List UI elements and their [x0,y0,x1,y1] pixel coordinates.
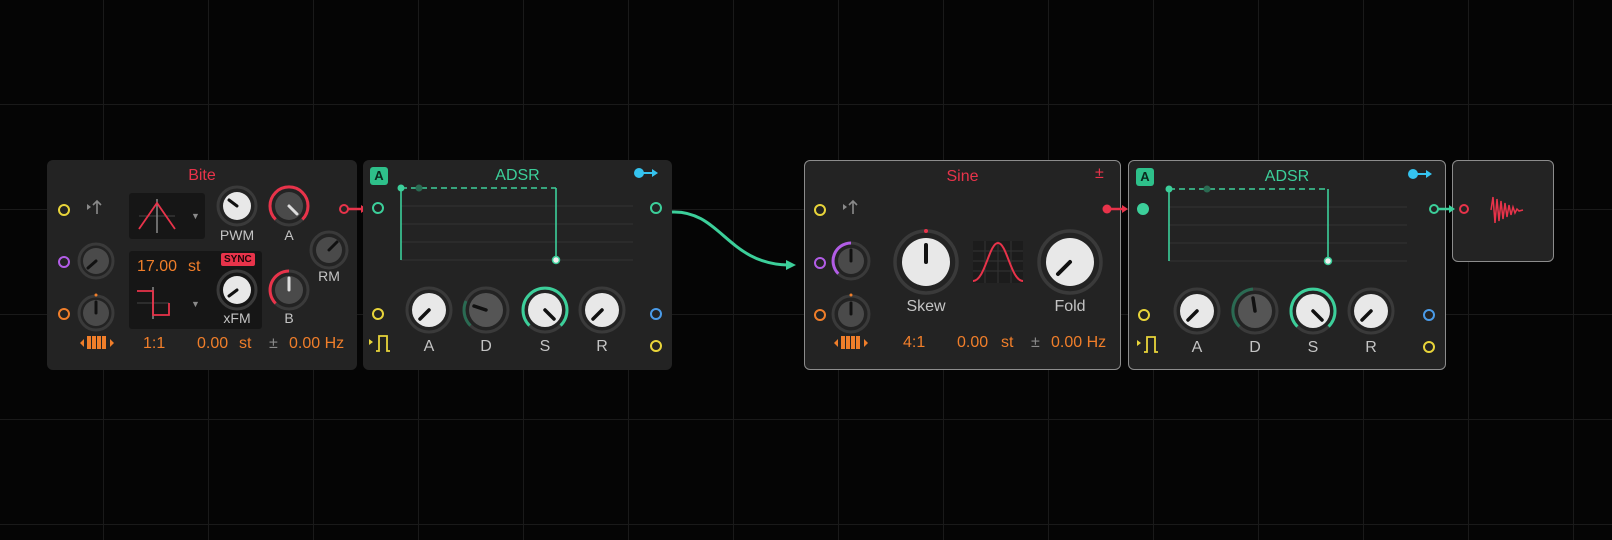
adsr2-attack-label: A [1191,339,1203,356]
adsr2-decay-label: D [1249,339,1261,356]
adsr1-envelope-graph[interactable] [397,184,633,265]
sine-fold-label: Fold [1054,298,1086,315]
sine-freq-value[interactable]: 0.00 Hz [1051,334,1106,352]
bite-pwm-knob[interactable] [215,184,259,228]
adsr1-blue-mod-port[interactable] [650,308,662,320]
sine-shape-display [972,241,1024,283]
sine-fold-knob[interactable] [1035,227,1105,297]
bite-mod-knob-1[interactable] [75,240,117,282]
adsr1-release-knob[interactable] [576,284,628,336]
bite-pwm-label: PWM [219,227,255,243]
adsr2-output-arrow-icon[interactable] [1407,166,1433,182]
adsr2-blue-mod-port[interactable] [1423,309,1435,321]
bite-offset-unit: st [239,335,252,352]
bite-pitch-value[interactable]: 17.00 [137,258,177,276]
bite-xfm-knob[interactable] [215,268,259,312]
adsr1-decay-knob[interactable] [460,284,512,336]
bite-freq-value[interactable]: 0.00 Hz [289,335,344,353]
adsr2-decay-knob[interactable] [1229,285,1281,337]
adsr1-attack-label: A [423,338,435,355]
bite-sync-badge[interactable]: SYNC [221,253,255,266]
sine-purple-mod-port[interactable] [814,257,826,269]
sine-pitch-mod-knob[interactable] [829,239,873,283]
adsr2-sustain-knob[interactable] [1287,285,1339,337]
adsr2-release-knob[interactable] [1345,285,1397,337]
adsr2-envelope-graph[interactable] [1165,185,1407,266]
adsr1-title: ADSR [495,167,540,184]
sine-freq-plusminus-icon[interactable]: ± [1031,334,1040,352]
sine-offset-unit: st [1001,334,1014,351]
bite-oscillator-module[interactable]: Bite ▼ 17.00 st SYNC ▼ PWM A RM xFM B 1:… [47,160,357,370]
sine-orange-mod-port[interactable] [814,309,826,321]
bite-level-b-knob[interactable] [267,268,311,312]
sine-yellow-mod-port[interactable] [814,204,826,216]
adsr1-release-label: R [596,338,608,355]
chevron-down-icon: ▼ [191,299,200,309]
sine-offset-value[interactable]: 0.00 [957,334,988,352]
bite-level-b-label: B [284,310,294,326]
bite-pitch-unit: st [188,258,201,275]
bite-yellow-mod-port[interactable] [58,204,70,216]
adsr2-yellow-out-port[interactable] [1423,341,1435,353]
adsr1-yellow-out-port[interactable] [650,340,662,352]
envelope-to-sine-cable[interactable] [660,200,820,280]
bite-title: Bite [188,167,216,184]
sine-fine-mod-knob[interactable] [829,292,873,336]
bite-triangle-wave-icon [138,199,176,233]
bite-level-a-knob[interactable] [267,184,311,228]
adsr-envelope-module-1[interactable]: A ADSR A D S R [363,160,672,370]
sine-plusminus-icon[interactable]: ± [1095,165,1104,183]
device-chain-canvas: Bite ▼ 17.00 st SYNC ▼ PWM A RM xFM B 1:… [0,0,1612,540]
bite-ratio-value[interactable]: 1:1 [143,335,165,353]
waveform-decay-icon [1490,196,1524,224]
sine-skew-label: Skew [906,298,946,315]
bite-xfm-label: xFM [223,310,251,326]
adsr2-sustain-label: S [1307,339,1319,356]
bite-orange-mod-port[interactable] [58,308,70,320]
adsr2-yellow-mod-port[interactable] [1138,309,1150,321]
adsr2-gate-trigger-icon[interactable] [1135,333,1161,355]
adsr1-sustain-label: S [539,338,551,355]
adsr2-input-port[interactable] [1137,203,1149,215]
bite-square-wave-icon [137,287,170,319]
sine-title: Sine [946,168,979,185]
bite-offset-value[interactable]: 0.00 [197,335,228,353]
bite-pitch-tracking-icon[interactable] [85,198,103,216]
bite-plusminus-icon[interactable]: ± [269,335,278,353]
adsr2-attack-knob[interactable] [1171,285,1223,337]
adsr1-attack-knob[interactable] [403,284,455,336]
adsr-envelope-module-2[interactable]: A ADSR A D S R [1128,160,1446,370]
bite-mod-knob-2[interactable] [75,292,117,334]
bite-waveform-a-selector[interactable]: ▼ [129,193,205,239]
chevron-down-icon: ▼ [191,211,200,221]
bite-rm-knob[interactable] [308,229,350,271]
adsr1-gate-trigger-icon[interactable] [367,332,393,354]
sine-skew-knob[interactable] [891,227,961,297]
adsr1-sustain-knob[interactable] [519,284,571,336]
adsr1-yellow-mod-port[interactable] [372,308,384,320]
sine-ratio-value[interactable]: 4:1 [903,334,925,352]
bite-purple-mod-port[interactable] [58,256,70,268]
sine-pitch-tracking-icon[interactable] [841,198,859,216]
adsr1-decay-label: D [480,338,492,355]
sine-oscillator-module[interactable]: Sine ± Skew Fold 4:1 0.00 st ± 0.00 Hz [804,160,1121,370]
bite-keyboard-icon[interactable] [79,334,115,352]
output-input-cable-arrow [1429,204,1469,214]
adsr1-output-arrow-icon[interactable] [633,165,659,181]
adsr1-input-port[interactable] [372,202,384,214]
adsr2-release-label: R [1365,339,1377,356]
sine-keyboard-icon[interactable] [833,334,869,352]
output-module[interactable] [1429,160,1554,262]
adsr2-title: ADSR [1264,168,1310,185]
